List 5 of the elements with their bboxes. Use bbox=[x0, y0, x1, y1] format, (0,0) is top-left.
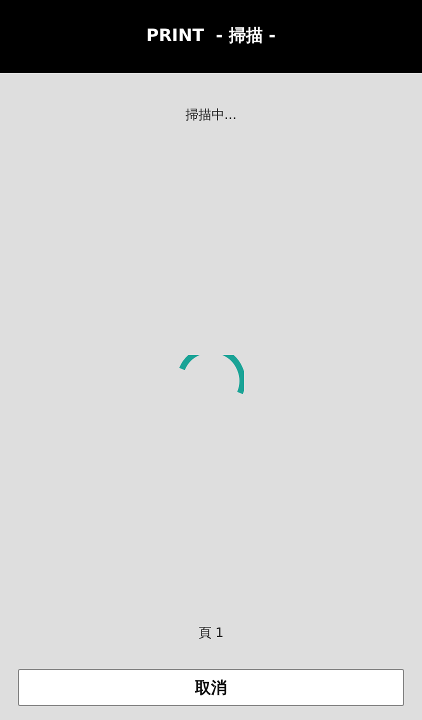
cancel-button[interactable]: 取消 bbox=[18, 669, 404, 706]
loading-spinner-icon bbox=[178, 354, 244, 394]
header-title: PRINT - 掃描 - bbox=[146, 24, 276, 48]
status-text: 掃描中... bbox=[185, 107, 237, 125]
page-label: 頁 1 bbox=[198, 624, 224, 642]
